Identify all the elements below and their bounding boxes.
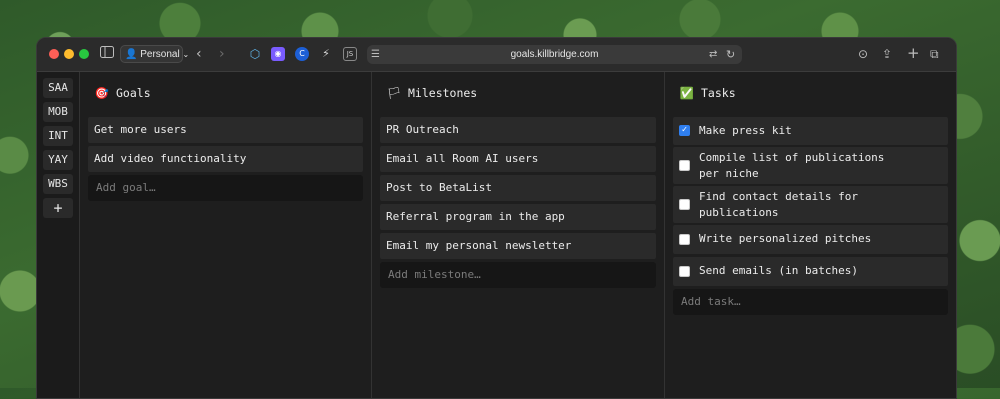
share-icon[interactable]: ⇪ [882, 46, 892, 62]
goals-column: 🎯 Goals Get more users Add video function… [80, 72, 372, 398]
forward-icon[interactable]: › [219, 46, 225, 62]
app-content: SAA MOB INT YAY WBS + 🎯 Goals Get more us… [37, 72, 956, 398]
profile-selector[interactable]: 👤 Personal ⌄ [120, 45, 189, 63]
task-item[interactable]: Compile list of publications per niche [673, 147, 948, 184]
url-text: goals.killbridge.com [510, 49, 599, 60]
goal-item[interactable]: Get more users [88, 117, 363, 143]
milestone-item[interactable]: Post to BetaList [380, 175, 656, 201]
discord-ext-icon[interactable]: ◉ [271, 47, 285, 61]
tab-overview-icon[interactable]: ⧉ [930, 46, 939, 62]
task-item[interactable]: ✓ Make press kit [673, 117, 948, 145]
task-item[interactable]: Find contact details for publications [673, 186, 948, 223]
add-milestone-input[interactable]: Add milestone… [380, 262, 656, 288]
goals-title: Goals [116, 86, 151, 100]
person-icon: 👤 [125, 49, 138, 60]
goal-item[interactable]: Add video functionality [88, 146, 363, 172]
goals-header: 🎯 Goals [94, 86, 151, 100]
project-rail: SAA MOB INT YAY WBS + [37, 72, 80, 398]
milestone-item[interactable]: Email all Room AI users [380, 146, 656, 172]
task-label: Send emails (in batches) [699, 264, 858, 277]
task-label: Compile list of publications per niche [699, 151, 885, 180]
add-project-button[interactable]: + [43, 198, 73, 218]
check-mark-icon: ✅ [679, 86, 695, 100]
tasks-column: ✅ Tasks ✓ Make press kit Compile list of … [665, 72, 956, 398]
task-item[interactable]: Write personalized pitches [673, 225, 948, 254]
milestone-item[interactable]: Referral program in the app [380, 204, 656, 230]
sidebar-toggle-icon[interactable] [100, 46, 114, 62]
bolt-ext-icon[interactable]: ⚡ [319, 47, 333, 61]
milestones-column: 🏳 Milestones PR Outreach Email all Room A… [372, 72, 665, 398]
reader-mode-icon[interactable]: ☰ [371, 47, 380, 63]
tasks-header: ✅ Tasks [679, 86, 736, 100]
task-checkbox[interactable] [679, 199, 690, 210]
flag-icon: 🏳 [386, 86, 402, 100]
task-item[interactable]: Send emails (in batches) [673, 257, 948, 286]
target-icon: 🎯 [94, 86, 110, 100]
tasks-title: Tasks [701, 86, 736, 100]
task-checkbox[interactable]: ✓ [679, 125, 690, 136]
translate-icon[interactable]: ⇄ [709, 47, 717, 63]
browser-window: 👤 Personal ⌄ ‹ › ⬡ ◉ C ⚡ JS goals.killbr… [36, 37, 957, 399]
milestone-item[interactable]: PR Outreach [380, 117, 656, 143]
task-label: Write personalized pitches [699, 232, 872, 245]
rail-item-int[interactable]: INT [43, 126, 73, 146]
browser-titlebar: 👤 Personal ⌄ ‹ › ⬡ ◉ C ⚡ JS goals.killbr… [37, 38, 956, 72]
circle-ext-icon[interactable]: C [295, 47, 309, 61]
downloads-icon[interactable]: ⊙ [858, 46, 868, 62]
milestones-title: Milestones [408, 86, 478, 100]
add-goal-input[interactable]: Add goal… [88, 175, 363, 201]
rail-item-mob[interactable]: MOB [43, 102, 73, 122]
task-checkbox[interactable] [679, 234, 690, 245]
js-ext-icon[interactable]: JS [343, 47, 357, 61]
reload-icon[interactable]: ↻ [726, 47, 735, 63]
address-bar[interactable]: goals.killbridge.com [367, 45, 742, 64]
new-tab-icon[interactable]: + [907, 45, 920, 61]
milestones-header: 🏳 Milestones [386, 86, 478, 100]
rail-item-wbs[interactable]: WBS [43, 174, 73, 194]
task-checkbox[interactable] [679, 160, 690, 171]
add-task-input[interactable]: Add task… [673, 289, 948, 315]
rail-item-yay[interactable]: YAY [43, 150, 73, 170]
milestone-item[interactable]: Email my personal newsletter [380, 233, 656, 259]
minimize-window-button[interactable] [64, 49, 74, 59]
rail-item-saa[interactable]: SAA [43, 78, 73, 98]
cube-ext-icon[interactable]: ⬡ [248, 47, 262, 61]
chevron-down-icon: ⌄ [182, 50, 190, 59]
close-window-button[interactable] [49, 49, 59, 59]
zoom-window-button[interactable] [79, 49, 89, 59]
task-label: Make press kit [699, 124, 792, 137]
task-checkbox[interactable] [679, 266, 690, 277]
back-icon[interactable]: ‹ [196, 46, 202, 62]
profile-label: Personal [140, 49, 180, 60]
task-label: Find contact details for publications [699, 190, 858, 219]
